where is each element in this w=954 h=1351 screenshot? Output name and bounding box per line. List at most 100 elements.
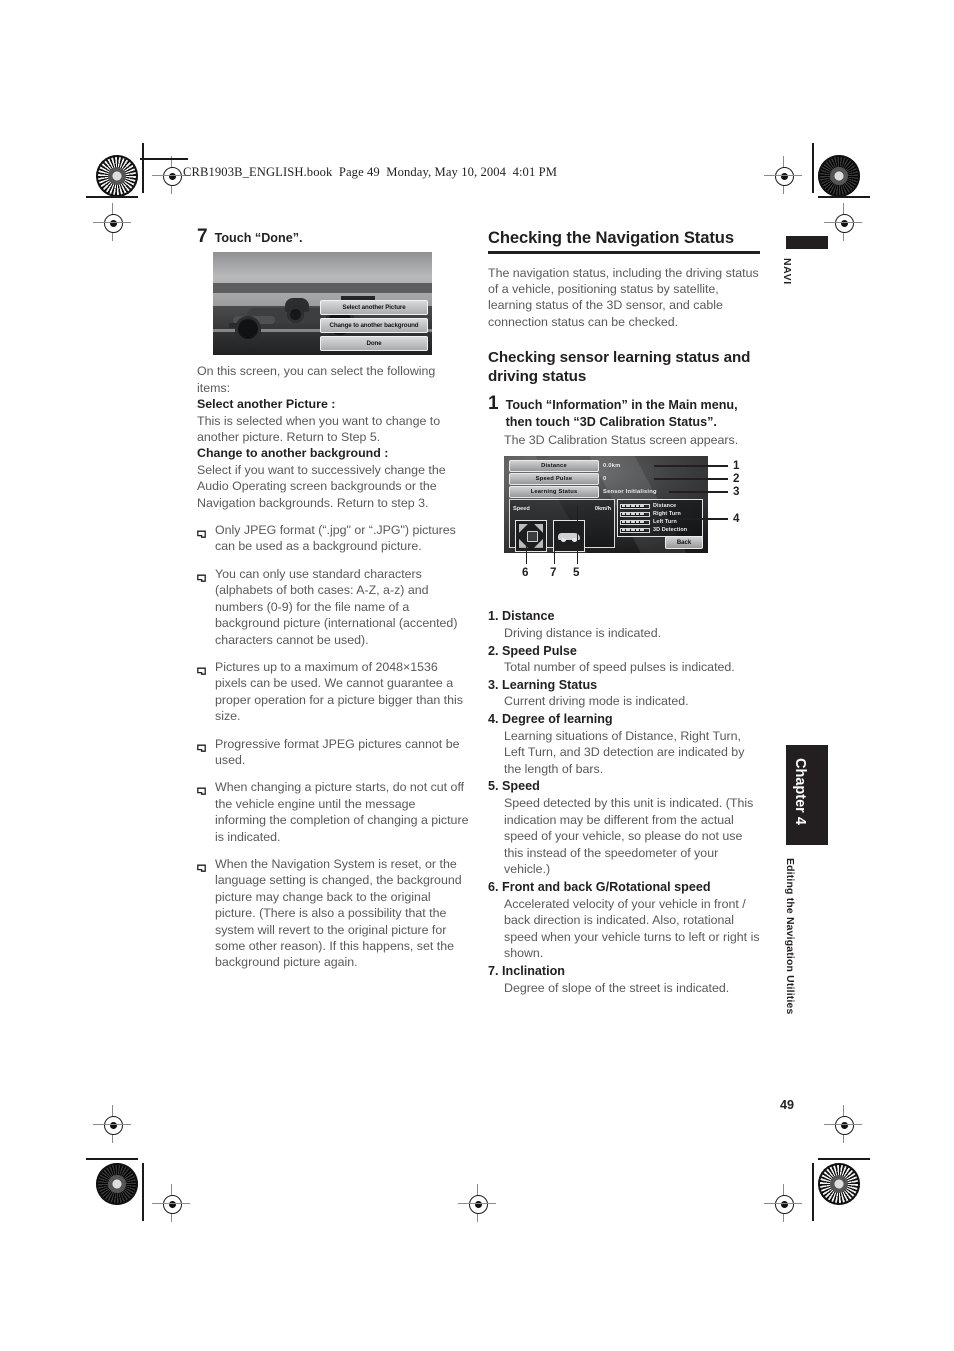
step-7-number: 7 xyxy=(197,226,208,247)
item-title: Learning Status xyxy=(502,677,598,692)
page-number: 49 xyxy=(779,1098,794,1112)
note-bullet-icon xyxy=(197,570,206,648)
learning-bar-right-turn xyxy=(620,511,650,517)
note-bullet-icon xyxy=(197,783,206,845)
list-item: 5. Speed Speed detected by this unit is … xyxy=(488,778,760,878)
chapter-tab-label: Chapter 4 xyxy=(792,758,808,825)
registration-target-bottom-right xyxy=(764,1184,802,1222)
item-title: Front and back G/Rotational speed xyxy=(502,879,711,894)
item-description: Speed detected by this unit is indicated… xyxy=(504,795,754,877)
callout-leader-4 xyxy=(674,518,728,520)
speed-panel: Speed 0km/h xyxy=(509,499,615,552)
note-bullet-icon xyxy=(197,526,206,555)
option-title-select-another-picture: Select another Picture : xyxy=(197,397,336,412)
screenshot-button-group: Select another Picture Change to another… xyxy=(320,300,428,352)
item-number: 2. xyxy=(488,643,499,658)
g-force-gauge-icon xyxy=(515,519,547,552)
registration-target-left-upper xyxy=(93,203,131,241)
crop-line-bottom-left-horizontal xyxy=(86,1158,138,1160)
calib-label-learning-status: Learning Status xyxy=(509,485,599,498)
registration-target-top-right xyxy=(764,156,802,194)
callout-leader-2 xyxy=(654,478,728,480)
crop-line-top-right-vertical xyxy=(812,143,814,193)
done-button[interactable]: Done xyxy=(320,336,428,352)
item-number: 7. xyxy=(488,963,499,978)
item-number: 5. xyxy=(488,779,499,794)
note-text: You can only use standard characters (al… xyxy=(215,566,458,647)
speed-panel-label: Speed xyxy=(513,506,530,513)
subsection-title: Checking sensor learning status and driv… xyxy=(488,349,751,386)
callout-number-6: 6 xyxy=(522,566,529,580)
list-item: 4. Degree of learning Learning situation… xyxy=(488,711,760,777)
3d-calibration-status-screen: Distance 0.0km Speed Pulse 0 Learning St… xyxy=(504,456,708,554)
item-description: Accelerated velocity of your vehicle in … xyxy=(504,896,760,961)
crop-line-bottom-right-vertical xyxy=(812,1163,814,1221)
registration-target-right-upper xyxy=(824,203,862,241)
registration-rosette-bottom-left xyxy=(96,1163,138,1205)
note-text: Progressive format JPEG pictures cannot … xyxy=(215,736,460,767)
item-title: Inclination xyxy=(502,963,565,978)
change-to-another-background-button[interactable]: Change to another background xyxy=(320,318,428,334)
item-description: Degree of slope of the street is indicat… xyxy=(504,980,730,995)
registration-target-bottom-left xyxy=(152,1184,190,1222)
note-item: When changing a picture starts, do not c… xyxy=(197,779,469,845)
item-title: Distance xyxy=(502,609,555,624)
step-7: 7 Touch “Done”. xyxy=(197,226,469,247)
item-description: Total number of speed pulses is indicate… xyxy=(504,660,735,675)
callout-leader-3 xyxy=(669,491,728,493)
note-item: You can only use standard characters (al… xyxy=(197,566,469,648)
learning-bar-distance xyxy=(620,503,650,509)
header-rule xyxy=(140,158,188,160)
learning-bar-row: 3D Detection xyxy=(620,526,702,534)
option-body-change-background: Select if you want to successively chang… xyxy=(197,462,446,510)
item-title: Degree of learning xyxy=(502,712,613,726)
list-item: 1. Distance Driving distance is indicate… xyxy=(488,608,760,641)
back-button[interactable]: Back xyxy=(665,536,703,550)
callout-leader-1 xyxy=(654,465,728,467)
callout-leader-7 xyxy=(554,530,556,565)
item-number: 3. xyxy=(488,677,499,692)
registration-rosette-top-left xyxy=(96,155,138,197)
learning-bar-left-turn xyxy=(620,519,650,525)
crop-line-bottom-left-vertical xyxy=(142,1163,144,1221)
step-7-text: Touch “Done”. xyxy=(214,231,303,245)
navi-tab-label: NAVI xyxy=(781,258,793,285)
right-column: Checking the Navigation Status The navig… xyxy=(488,228,760,997)
registration-rosette-bottom-right xyxy=(818,1163,860,1205)
note-item: Pictures up to a maximum of 2048×1536 pi… xyxy=(197,659,469,725)
note-bullet-icon xyxy=(197,860,206,971)
crop-line-upper-left-horizontal xyxy=(86,196,138,198)
item-number: 4. xyxy=(488,712,499,726)
item-number: 6. xyxy=(488,879,499,894)
item-title: Speed Pulse xyxy=(502,643,577,658)
callout-number-3: 3 xyxy=(733,485,740,499)
callout-number-5: 5 xyxy=(573,566,580,580)
list-item: 2. Speed Pulse Total number of speed pul… xyxy=(488,643,760,676)
note-item: When the Navigation System is reset, or … xyxy=(197,856,469,971)
crop-line-bottom-right-horizontal xyxy=(818,1158,870,1160)
callout-leader-5 xyxy=(577,506,579,565)
page-title: Checking the Navigation Status xyxy=(488,228,734,247)
screenshot-wall-band xyxy=(213,283,432,293)
list-item: 7. Inclination Degree of slope of the st… xyxy=(488,963,760,996)
navi-tab-bar xyxy=(786,236,828,249)
note-item: Only JPEG format (“.jpg" or “.JPG") pict… xyxy=(197,522,469,555)
item-description: Driving distance is indicated. xyxy=(504,626,662,641)
registration-target-right-lower xyxy=(824,1105,862,1143)
calib-value-learning-status: Sensor Initialising xyxy=(603,488,657,495)
list-item: 3. Learning Status Current driving mode … xyxy=(488,677,760,710)
background-picture-screenshot: Select another Picture Change to another… xyxy=(213,252,432,356)
registration-target-bottom-center xyxy=(458,1184,496,1222)
registration-target-left-lower xyxy=(93,1105,131,1143)
step-1-text: Touch “Information” in the Main menu, th… xyxy=(505,398,738,429)
note-text: Pictures up to a maximum of 2048×1536 pi… xyxy=(215,659,463,724)
learning-bar-3d-detection xyxy=(620,527,650,533)
crop-line-top-left-vertical xyxy=(142,143,144,193)
crop-line-upper-right-horizontal xyxy=(818,196,870,198)
section-intro-paragraph: The navigation status, including the dri… xyxy=(488,265,759,329)
note-bullet-icon xyxy=(197,663,206,725)
select-another-picture-button[interactable]: Select another Picture xyxy=(320,300,428,316)
note-text: When the Navigation System is reset, or … xyxy=(215,856,462,970)
callout-leader-6 xyxy=(526,530,528,565)
note-text: Only JPEG format (“.jpg" or “.JPG") pict… xyxy=(215,523,456,554)
